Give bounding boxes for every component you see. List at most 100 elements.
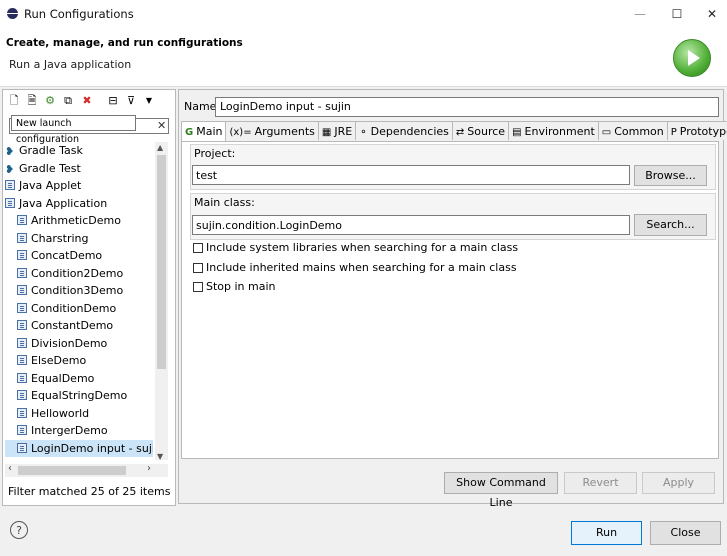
main-class-field[interactable]: sujin.condition.LoginDemo (192, 215, 630, 235)
include-system-libraries-checkbox[interactable] (193, 243, 203, 253)
collapse-all-icon[interactable]: ⊟ (107, 94, 119, 107)
search-button[interactable]: Search... (634, 214, 707, 236)
java-config-icon (17, 285, 27, 295)
help-icon[interactable]: ? (10, 521, 28, 539)
gradle-icon: ❥ (5, 145, 15, 158)
close-window-button[interactable]: ✕ (700, 5, 724, 23)
stop-in-main-label: Stop in main (206, 280, 276, 293)
source-tab-icon: ⇄ (455, 127, 465, 138)
project-field[interactable]: test (192, 165, 630, 185)
java-config-icon (17, 232, 27, 243)
tab-label: Arguments (254, 125, 315, 138)
tab-label: Environment (524, 125, 595, 138)
duplicate-icon[interactable]: ⧉ (62, 94, 74, 107)
tree-item-label: ConstantDemo (31, 319, 114, 332)
tree-config-item[interactable]: LoginDemo input - sujin (5, 439, 153, 457)
horizontal-scroll-thumb[interactable] (18, 466, 126, 475)
include-inherited-mains-label: Include inherited mains when searching f… (206, 261, 517, 274)
main-class-label: Main class: (194, 196, 255, 209)
tree-item-label: NotDemo (31, 459, 83, 460)
run-button[interactable]: Run (571, 521, 642, 545)
java-config-icon (17, 267, 27, 278)
tree-item-label: Gradle Task (19, 144, 83, 157)
jre-tab-icon: ▦ (321, 127, 332, 138)
banner-title: Create, manage, and run configurations (6, 37, 243, 49)
filter-icon[interactable]: ⊽ (125, 94, 137, 107)
maximize-button[interactable]: ☐ (665, 5, 689, 23)
window-title: Run Configurations (24, 7, 134, 21)
tree-item-label: Java Applet (19, 179, 82, 192)
tab-label: Source (467, 125, 506, 138)
name-field[interactable]: LoginDemo input - sujin (215, 97, 719, 117)
tab-arguments[interactable]: (x)= Arguments (225, 121, 319, 140)
tree-config-item[interactable]: ConstantDemo (5, 317, 153, 335)
tree-config-item[interactable]: EqualDemo (5, 370, 153, 388)
tree-item-label: Helloworld (31, 406, 90, 420)
java-config-icon (17, 390, 27, 400)
gradle-icon: ❥ (5, 162, 15, 176)
scroll-down-icon[interactable]: ▼ (157, 452, 163, 461)
main-tab-icon: G (185, 127, 194, 138)
scroll-left-icon[interactable]: ‹ (8, 463, 12, 474)
clear-filter-icon[interactable]: ✕ (157, 119, 166, 132)
tree-config-item[interactable]: Condition3Demo (5, 282, 153, 300)
tree-config-item[interactable]: DivisionDemo (5, 335, 153, 353)
java-config-icon (17, 407, 27, 418)
java-config-icon (17, 215, 27, 225)
tree-item-label: ElseDemo (31, 354, 87, 367)
tree-config-item[interactable]: ElseDemo (5, 352, 153, 370)
tree-category-item[interactable]: ❥ Gradle Test (5, 160, 153, 178)
tab-source[interactable]: ⇄ Source (451, 121, 510, 140)
scroll-right-icon[interactable]: › (147, 463, 151, 474)
project-label: Project: (194, 147, 236, 160)
view-menu-icon[interactable]: ▼ (143, 94, 155, 107)
tab-common[interactable]: ▭ Common (597, 121, 668, 140)
revert-button[interactable]: Revert (564, 472, 637, 494)
java-type-icon (5, 180, 15, 190)
tree-category-item[interactable]: Java Applet (5, 177, 153, 195)
tooltip: New launch configuration (11, 115, 136, 145)
include-system-libraries-label: Include system libraries when searching … (206, 241, 519, 254)
scroll-up-icon[interactable]: ▲ (157, 143, 163, 152)
tree-config-item[interactable]: Charstring (5, 230, 153, 248)
export-icon[interactable]: ⚙ (44, 94, 56, 107)
delete-icon[interactable]: ✖ (81, 94, 93, 107)
tab-label: Main (196, 125, 223, 138)
tree-config-item[interactable]: ConditionDemo (5, 300, 153, 318)
tree-item-label: ArithmeticDemo (31, 214, 121, 227)
java-config-icon (17, 337, 27, 348)
run-banner-icon (673, 39, 711, 77)
new-config-icon[interactable]: 🗋 (8, 94, 20, 107)
tree-category-item[interactable]: ❥ Gradle Task (5, 142, 153, 160)
tab-prototype[interactable]: PPrototype (666, 121, 727, 140)
tree-item-label: Condition2Demo (31, 266, 124, 280)
vertical-scroll-thumb[interactable] (157, 155, 166, 369)
close-button[interactable]: Close (650, 521, 721, 545)
tab-environment[interactable]: ▤ Environment (508, 121, 599, 140)
tree-item-label: Gradle Test (19, 161, 81, 175)
banner-subtitle: Run a Java application (9, 58, 132, 71)
include-inherited-mains-checkbox[interactable] (193, 263, 203, 273)
apply-button[interactable]: Apply (642, 472, 715, 494)
tree-config-item[interactable]: ArithmeticDemo (5, 212, 153, 230)
stop-in-main-checkbox[interactable] (193, 282, 203, 292)
java-config-icon (17, 320, 27, 330)
common-tab-icon: ▭ (601, 127, 612, 138)
java-config-icon (17, 250, 27, 260)
tree-config-item[interactable]: IntergerDemo (5, 422, 153, 440)
browse-button[interactable]: Browse... (634, 165, 707, 186)
new-prototype-icon[interactable]: 🗎 (26, 94, 38, 107)
show-command-line-button[interactable]: Show Command Line (444, 472, 558, 509)
tree-config-item[interactable]: ConcatDemo (5, 247, 153, 265)
tree-item-label: ConditionDemo (31, 301, 117, 315)
tree-config-item[interactable]: EqualStringDemo (5, 387, 153, 405)
tree-config-item[interactable]: Helloworld (5, 405, 153, 423)
minimize-button[interactable]: — (628, 5, 652, 23)
tree-config-item[interactable]: Condition2Demo (5, 265, 153, 283)
tab-bar: G Main (x)= Arguments ▦ JRE ⚬ Dependencies ⇄ Sour… (181, 121, 727, 142)
tree-config-item[interactable]: NotDemo (5, 457, 153, 460)
tab-jre[interactable]: ▦ JRE (317, 121, 357, 140)
tree-category-item[interactable]: Java Application (5, 195, 153, 213)
tab-main[interactable]: G Main (181, 121, 227, 142)
tab-dependencies[interactable]: ⚬ Dependencies (355, 121, 453, 140)
